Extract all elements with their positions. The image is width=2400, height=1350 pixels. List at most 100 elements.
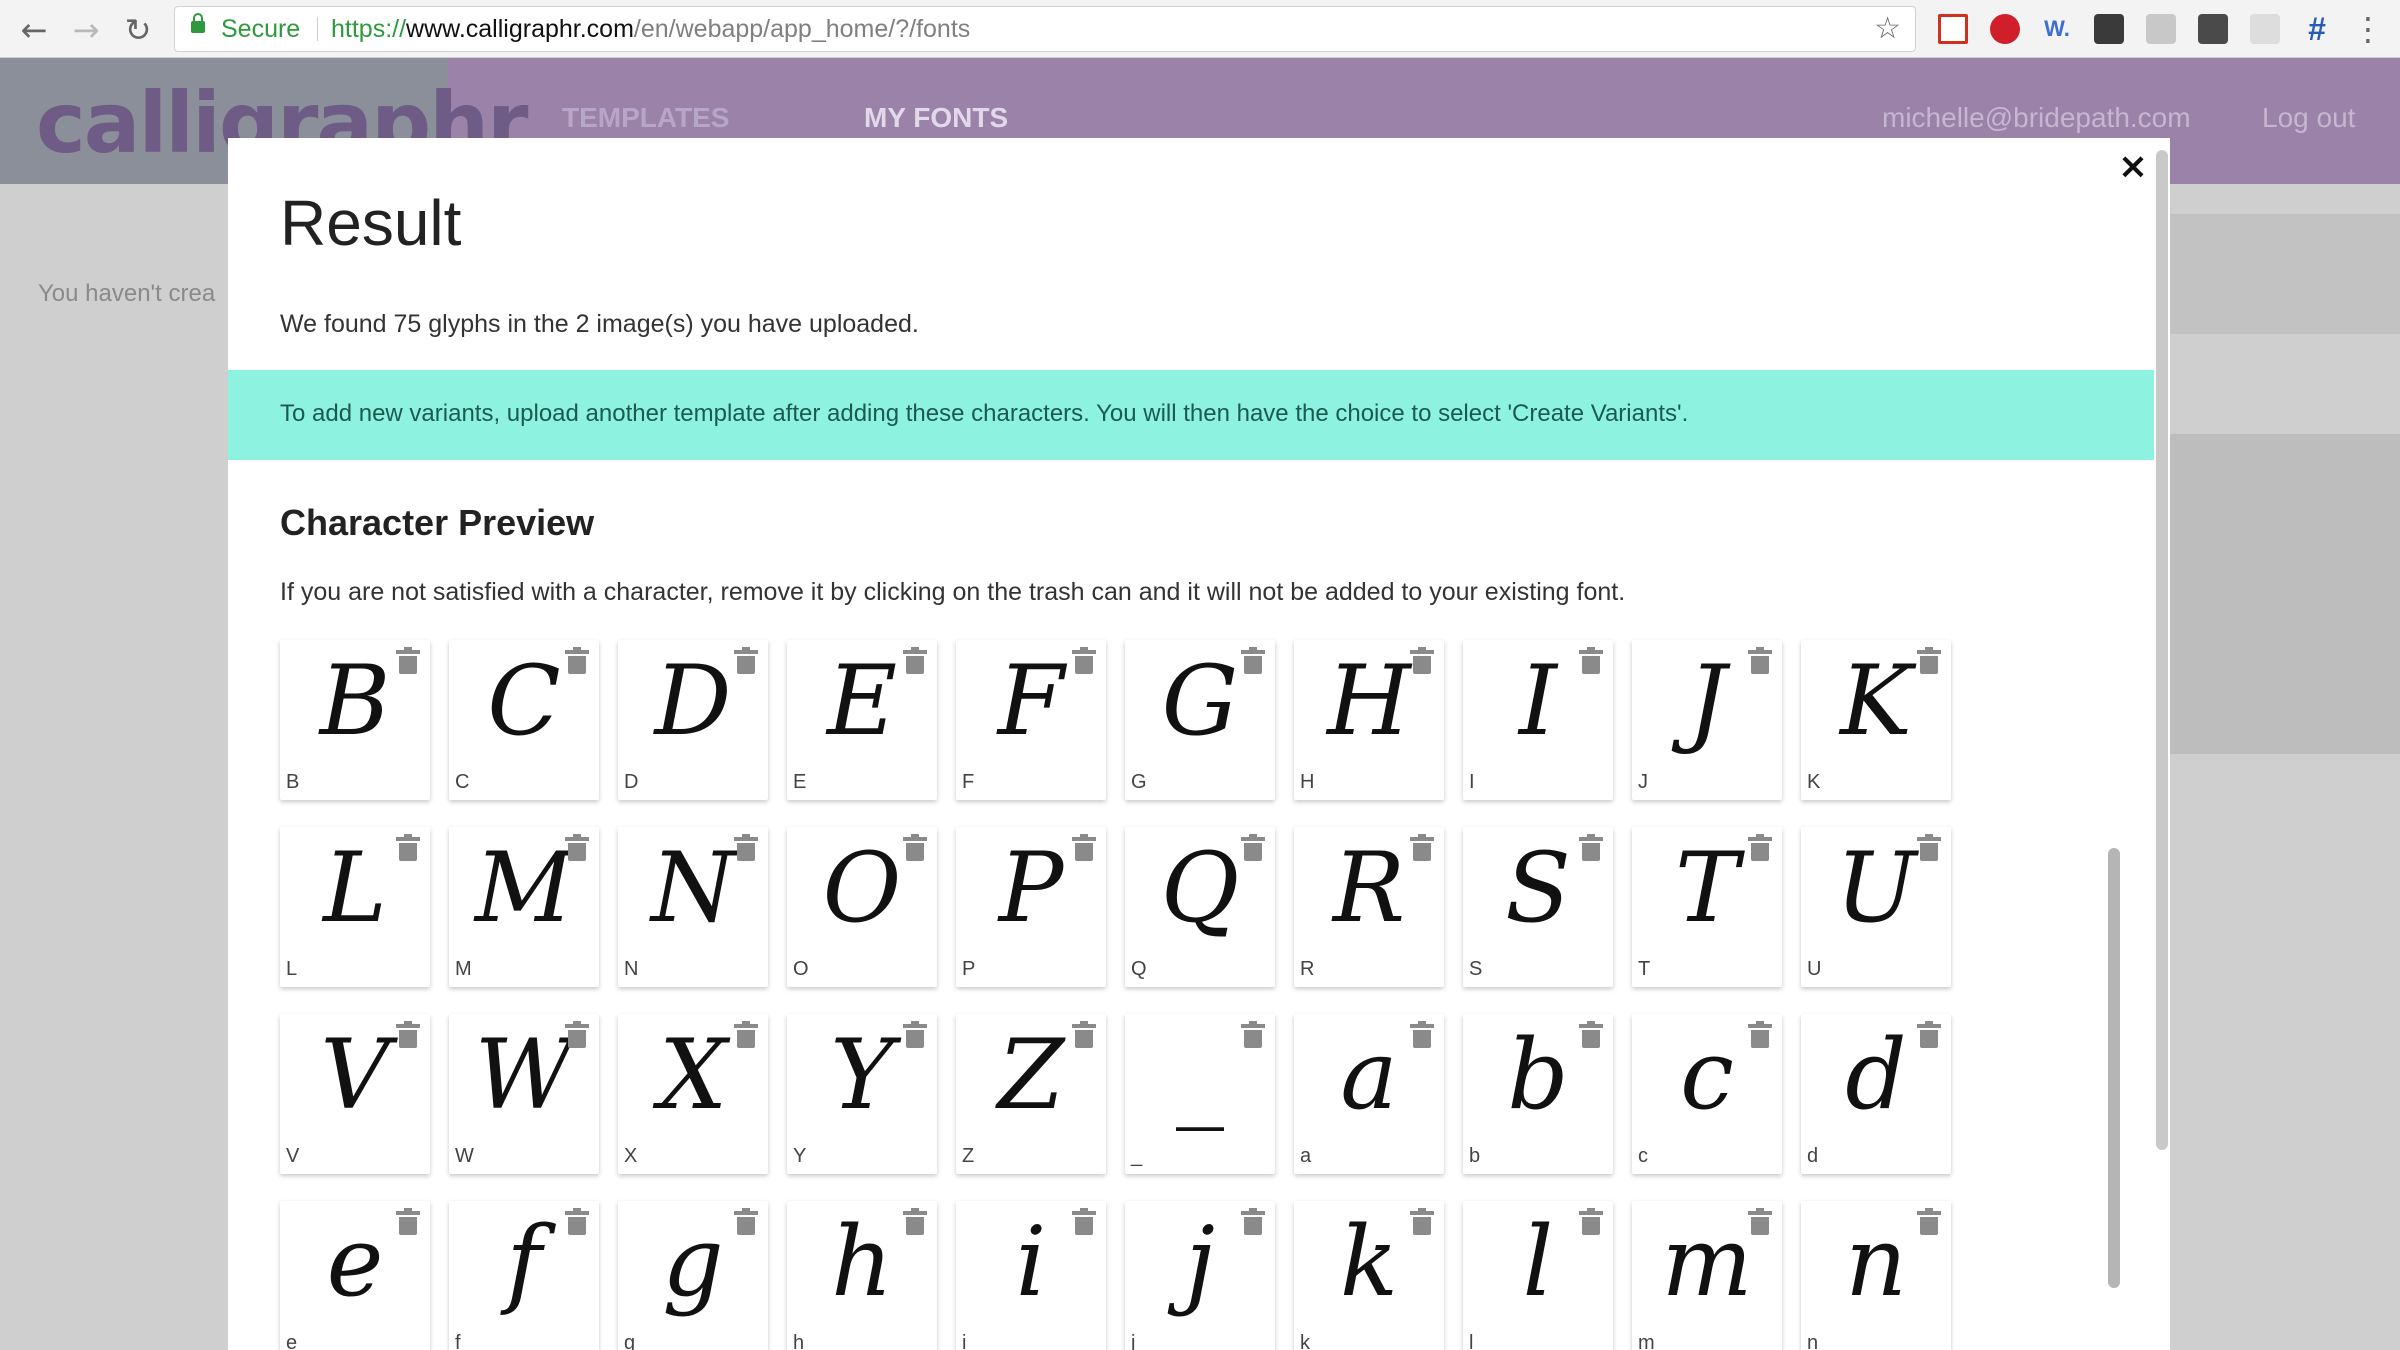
trash-icon[interactable] (1917, 1021, 1941, 1048)
trash-icon[interactable] (903, 1208, 927, 1235)
trash-icon[interactable] (734, 834, 758, 861)
trash-icon[interactable] (734, 647, 758, 674)
trash-icon[interactable] (1579, 834, 1603, 861)
glyph-card: DD (618, 640, 768, 800)
url-scheme: https:// (331, 15, 407, 43)
glyph-card: jj (1125, 1201, 1275, 1350)
trash-icon[interactable] (396, 647, 420, 674)
extension-icon[interactable] (2146, 14, 2176, 44)
glyph-label: H (1300, 771, 1315, 793)
glyph-card: KK (1801, 640, 1951, 800)
w-extension-icon[interactable]: W. (2042, 14, 2072, 44)
trash-icon[interactable] (734, 1208, 758, 1235)
lock-icon (191, 13, 205, 33)
glyph-card: ii (956, 1201, 1106, 1350)
trash-icon[interactable] (903, 834, 927, 861)
nav-my-fonts[interactable]: MY FONTS (864, 102, 1008, 134)
glyph-card: PP (956, 827, 1106, 987)
trash-icon[interactable] (1579, 1208, 1603, 1235)
trash-icon[interactable] (1748, 1021, 1772, 1048)
trash-icon[interactable] (1241, 1208, 1265, 1235)
glyph-card: ff (449, 1201, 599, 1350)
trash-icon[interactable] (1241, 1021, 1265, 1048)
url-text[interactable]: https://www.calligraphr.com/en/webapp/ap… (331, 7, 970, 51)
trash-icon[interactable] (1579, 1021, 1603, 1048)
glyph-card: NN (618, 827, 768, 987)
glyph-label: B (286, 771, 300, 793)
trash-icon[interactable] (1917, 1208, 1941, 1235)
trash-icon[interactable] (565, 1021, 589, 1048)
trash-icon[interactable] (903, 1021, 927, 1048)
trash-icon[interactable] (1072, 834, 1096, 861)
trash-icon[interactable] (1072, 1208, 1096, 1235)
trash-icon[interactable] (1579, 647, 1603, 674)
extension-icon[interactable] (2094, 14, 2124, 44)
glyph-label: _ (1131, 1145, 1143, 1167)
glyph-card: II (1463, 640, 1613, 800)
gmail-extension-icon[interactable] (1938, 14, 1968, 44)
glyph-label: S (1469, 958, 1483, 980)
browser-menu-icon[interactable]: ⋮ (2352, 10, 2384, 48)
back-arrow-icon[interactable]: ← (12, 8, 56, 52)
glyph-label: K (1807, 771, 1821, 793)
trash-icon[interactable] (903, 647, 927, 674)
glyph-label: P (962, 958, 976, 980)
browser-toolbar: ← → ↻ Secure https://www.calligraphr.com… (0, 0, 2400, 58)
logout-link[interactable]: Log out (2262, 102, 2355, 134)
trash-icon[interactable] (734, 1021, 758, 1048)
trash-icon[interactable] (1748, 834, 1772, 861)
glyph-card: OO (787, 827, 937, 987)
trash-icon[interactable] (1072, 1021, 1096, 1048)
glyph-card: mm (1632, 1201, 1782, 1350)
glyph-label: a (1300, 1145, 1312, 1167)
trash-icon[interactable] (396, 1021, 420, 1048)
trash-icon[interactable] (1917, 647, 1941, 674)
user-email[interactable]: michelle@bridepath.com (1882, 102, 2191, 134)
glyph-card: _ _ (1125, 1014, 1275, 1174)
extension-icon[interactable] (2198, 14, 2228, 44)
trash-icon[interactable] (1410, 1208, 1434, 1235)
glyph-card: bb (1463, 1014, 1613, 1174)
glyph-label: g (624, 1332, 636, 1350)
forward-arrow-icon[interactable]: → (64, 8, 108, 52)
glyph-card: VV (280, 1014, 430, 1174)
modal-scrollbar[interactable] (2154, 138, 2170, 1350)
glyph-label: b (1469, 1145, 1481, 1167)
glyph-label: X (624, 1145, 638, 1167)
trash-icon[interactable] (1917, 834, 1941, 861)
content-scrollbar[interactable] (2108, 848, 2120, 1288)
trash-icon[interactable] (396, 834, 420, 861)
trash-icon[interactable] (396, 1208, 420, 1235)
glyph-card: hh (787, 1201, 937, 1350)
trash-icon[interactable] (1241, 834, 1265, 861)
url-path: /en/webapp/app_home/?/fonts (633, 15, 971, 43)
modal-title: Result (280, 187, 462, 259)
hashtag-extension-icon[interactable]: # (2302, 13, 2332, 45)
glyph-card: JJ (1632, 640, 1782, 800)
glyph-label: V (286, 1145, 300, 1167)
trash-icon[interactable] (1748, 647, 1772, 674)
bookmark-star-icon[interactable]: ☆ (1874, 7, 1901, 51)
close-button[interactable]: × (2118, 146, 2148, 187)
glyph-label: F (962, 771, 975, 793)
trash-icon[interactable] (565, 1208, 589, 1235)
glyph-label: G (1131, 771, 1147, 793)
trash-icon[interactable] (565, 834, 589, 861)
reload-icon[interactable]: ↻ (116, 8, 160, 52)
address-bar[interactable]: Secure https://www.calligraphr.com/en/we… (174, 6, 1916, 52)
trash-icon[interactable] (1410, 647, 1434, 674)
trash-icon[interactable] (1072, 647, 1096, 674)
glyph-card: aa (1294, 1014, 1444, 1174)
trash-icon[interactable] (1410, 834, 1434, 861)
glyph-label: L (286, 958, 298, 980)
trash-icon[interactable] (1410, 1021, 1434, 1048)
trash-icon[interactable] (1241, 647, 1265, 674)
glyph-label: Y (793, 1145, 807, 1167)
modal-scrollbar-thumb[interactable] (2156, 150, 2168, 1150)
glyph-card: ee (280, 1201, 430, 1350)
trash-icon[interactable] (1748, 1208, 1772, 1235)
nav-templates[interactable]: TEMPLATES (562, 102, 729, 134)
extension-icon[interactable] (2250, 14, 2280, 44)
trash-icon[interactable] (565, 647, 589, 674)
pinterest-extension-icon[interactable] (1990, 14, 2020, 44)
